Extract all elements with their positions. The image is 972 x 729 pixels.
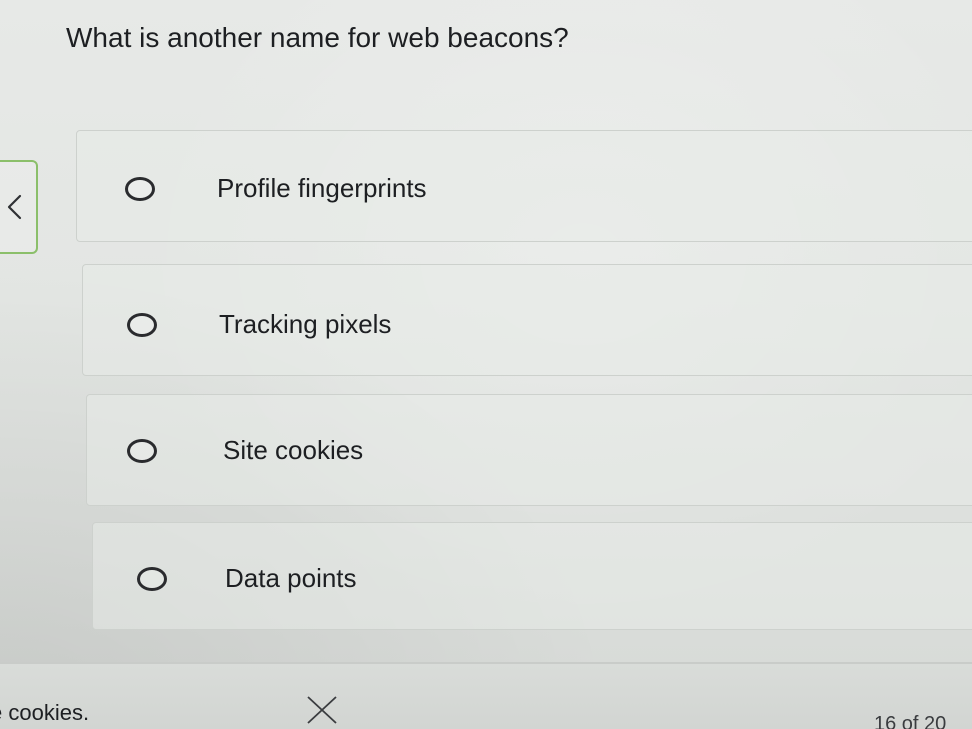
answer-option-label: Profile fingerprints (217, 173, 427, 203)
radio-button[interactable] (127, 439, 157, 463)
answer-option-data-points[interactable]: Data points (92, 522, 972, 630)
footer-partial-text: e cookies. (0, 700, 90, 725)
radio-button[interactable] (127, 313, 157, 337)
back-button[interactable] (0, 160, 38, 254)
question-counter: 16 of 20 (874, 713, 947, 729)
radio-button[interactable] (125, 177, 155, 201)
answer-option-label: Data points (225, 563, 357, 593)
answer-option-tracking-pixels[interactable]: Tracking pixels (82, 264, 972, 376)
footer-bar (0, 664, 972, 729)
radio-button[interactable] (137, 567, 167, 591)
answer-option-label: Site cookies (223, 435, 364, 465)
question-text: What is another name for web beacons? (66, 22, 569, 53)
close-icon[interactable] (306, 693, 340, 727)
answer-option-profile-fingerprints[interactable]: Profile fingerprints (76, 130, 972, 242)
chevron-left-icon (7, 194, 22, 220)
answer-option-site-cookies[interactable]: Site cookies (86, 394, 972, 506)
answer-option-label: Tracking pixels (219, 309, 392, 339)
